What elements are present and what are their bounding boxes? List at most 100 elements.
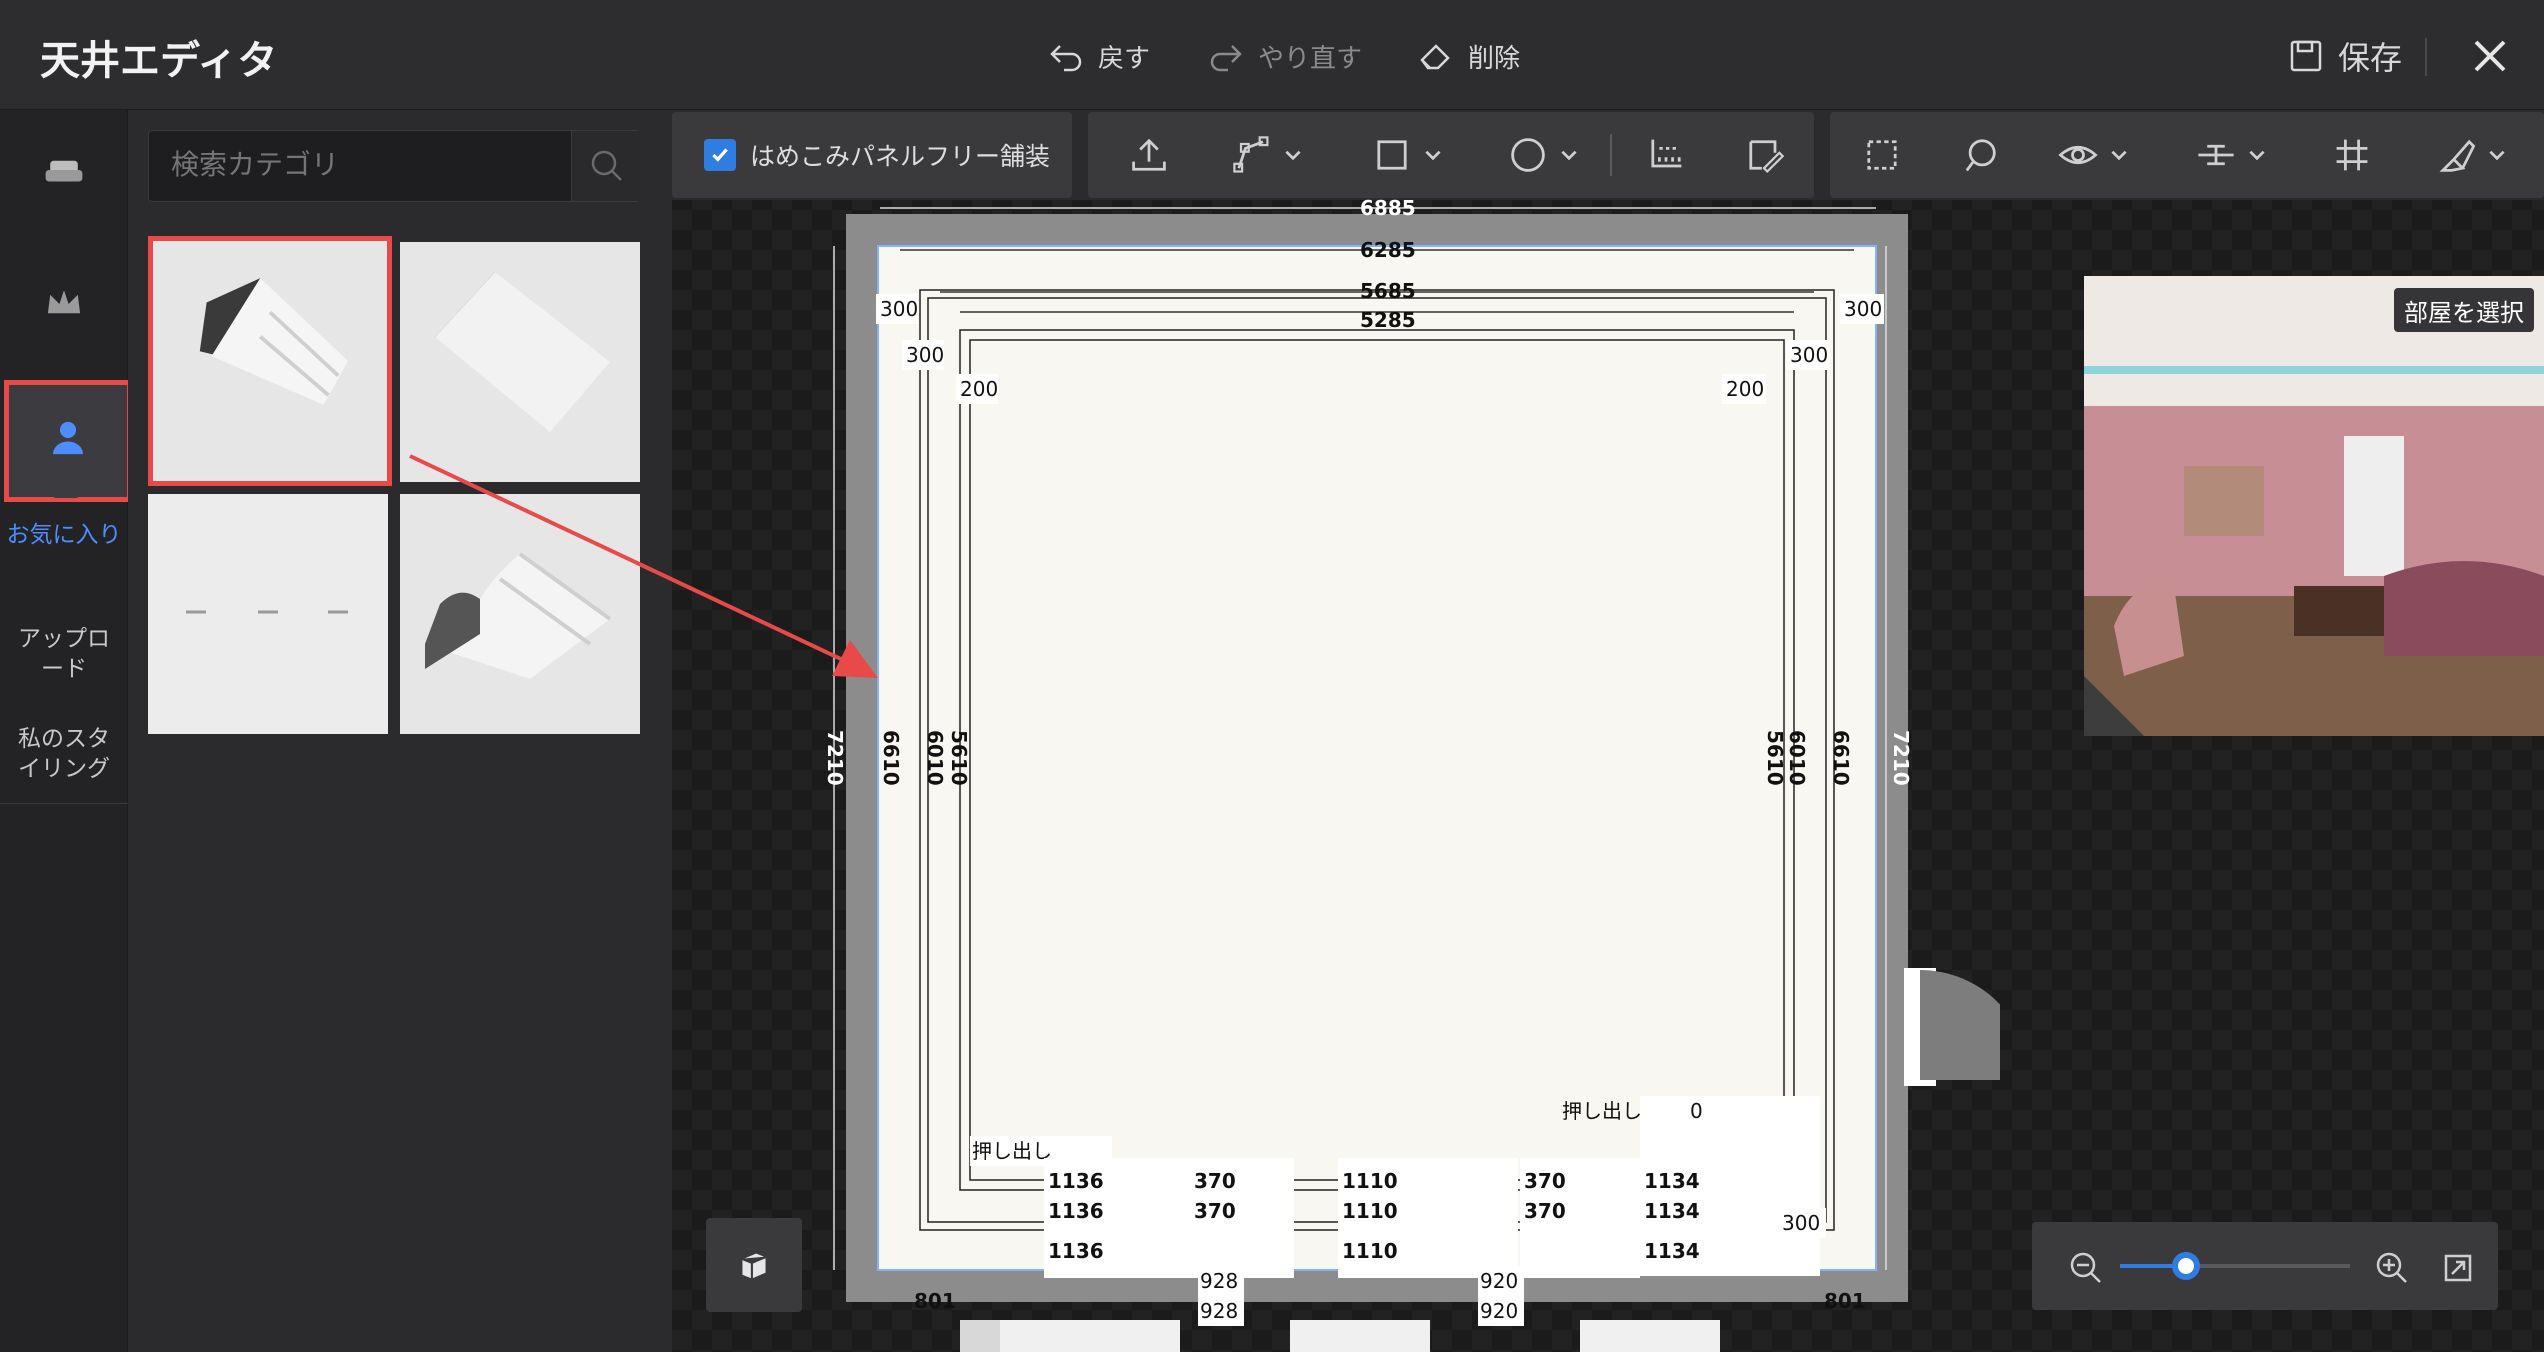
tool-paint[interactable]: [2434, 132, 2508, 178]
room-3d-preview[interactable]: [2084, 276, 2544, 736]
room-select-button[interactable]: 部屋を選択: [2394, 288, 2534, 332]
seamless-label: はめこみパネルフリー舗装: [750, 142, 1051, 171]
chevron-down-icon: [2111, 150, 2127, 161]
dim-top-outer: 6885: [1360, 196, 1416, 220]
undo-icon: [1050, 45, 1082, 72]
brush-icon: [2439, 139, 2476, 172]
room-render-image: [2084, 276, 2544, 736]
dim-top-3: 5685: [1360, 279, 1416, 303]
search-button[interactable]: [571, 131, 641, 201]
zoom-slider-handle[interactable]: [2172, 1252, 2200, 1280]
opening: [1000, 1320, 1180, 1352]
search-box: [148, 130, 641, 202]
molding-item-3[interactable]: [148, 494, 388, 734]
corner-label: 200: [960, 377, 998, 401]
bottom-value: 1134: [1644, 1199, 1700, 1223]
thin-strip-image: [148, 494, 388, 734]
check-icon: [712, 148, 728, 162]
rail-mystyle-label[interactable]: 私のスタイリング: [12, 724, 116, 784]
chevron-down-icon: [2249, 150, 2265, 161]
dim-left-4: 5610: [947, 730, 971, 786]
door-swing[interactable]: [1920, 970, 2000, 1080]
close-icon: [2474, 40, 2506, 72]
undo-button[interactable]: 戻す: [1046, 34, 1150, 78]
crown-icon: [47, 290, 81, 314]
molding-item-1[interactable]: [148, 236, 392, 486]
drawing-tools: [1204, 112, 1814, 198]
bottom-value: 370: [1524, 1169, 1566, 1193]
tool-grid[interactable]: [2330, 132, 2374, 178]
delete-label: 削除: [1468, 43, 1521, 74]
search-icon: [591, 150, 622, 181]
user-icon: [53, 421, 83, 455]
bottom-value: 1136: [1048, 1199, 1104, 1223]
dim-left-outer: 7210: [823, 730, 847, 786]
sofa-icon: [45, 160, 83, 182]
rail-favorites-label[interactable]: お気に入り: [0, 520, 128, 550]
rail-item-furniture[interactable]: [24, 130, 104, 210]
tool-circle[interactable]: [1506, 132, 1580, 178]
seamless-checkbox[interactable]: [704, 139, 736, 171]
zoom-in-icon[interactable]: [2372, 1248, 2412, 1288]
eye-icon: [2058, 145, 2098, 165]
zoom-out-icon[interactable]: [2066, 1248, 2106, 1288]
rectangle-icon: [1377, 140, 1407, 170]
rail-upload-label[interactable]: アップロード: [12, 624, 116, 684]
tool-edit-area[interactable]: [1742, 132, 1786, 178]
undo-label: 戻す: [1098, 43, 1151, 74]
delete-button[interactable]: 削除: [1416, 34, 1520, 78]
extrude-value: 0: [1690, 1099, 1703, 1123]
dim-top-4: 5285: [1360, 308, 1416, 332]
ceiling-plan[interactable]: 6885 6285 5685 5285 7210 6610 6010 5610 …: [820, 190, 2000, 1352]
light-strip-icon: [1651, 139, 1682, 168]
bottom-value: 1110: [1342, 1239, 1398, 1263]
close-button[interactable]: [2466, 32, 2514, 80]
upload-icon: [1132, 138, 1166, 171]
bottom-small: 928: [1200, 1269, 1238, 1293]
dim-left-3: 6010: [923, 730, 947, 786]
bottom-value: 1110: [1342, 1169, 1398, 1193]
search-input[interactable]: [169, 147, 549, 182]
rail-divider: [0, 803, 128, 804]
crown-molding-image: [153, 244, 387, 478]
tool-rectangle[interactable]: [1370, 132, 1444, 178]
active-pointer: [54, 486, 78, 498]
title-divider: [2425, 38, 2427, 76]
extrude-label: 押し出し: [1562, 1099, 1642, 1123]
bottom-small: 300: [1782, 1211, 1820, 1235]
bottom-value: 1136: [1048, 1169, 1104, 1193]
tool-select-area[interactable]: [1860, 132, 1904, 178]
path-draw-icon: [1233, 136, 1269, 173]
opening: [1580, 1320, 1720, 1352]
chevron-down-icon: [1425, 150, 1441, 161]
save-button[interactable]: 保存: [2286, 34, 2402, 78]
drag-hint-arrow: [409, 454, 878, 678]
bottom-value: 1136: [1048, 1239, 1104, 1263]
upload-button[interactable]: [1088, 112, 1210, 198]
fit-view-icon[interactable]: [2438, 1248, 2478, 1288]
tool-path[interactable]: [1230, 132, 1304, 178]
tool-light-strip[interactable]: [1644, 132, 1688, 178]
rail-item-premium[interactable]: [24, 264, 104, 344]
chevron-down-icon: [1561, 150, 1577, 161]
redo-button[interactable]: やり直す: [1206, 34, 1362, 78]
dim-right-2: 6610: [1829, 730, 1853, 786]
grid-icon: [2336, 139, 2368, 171]
tool-lasso[interactable]: [1958, 132, 2002, 178]
rail-item-favorites[interactable]: [4, 380, 132, 502]
corner-label: 300: [1844, 297, 1882, 321]
corner-label: 300: [906, 343, 944, 367]
bottom-small: 801: [1824, 1289, 1866, 1313]
view-3d-button[interactable]: [706, 1218, 802, 1312]
tool-visibility[interactable]: [2056, 132, 2130, 178]
edit-area-icon: [1749, 140, 1785, 174]
bottom-value: 370: [1194, 1169, 1236, 1193]
opening: [1290, 1320, 1430, 1352]
bottom-value: 370: [1524, 1199, 1566, 1223]
seamless-paving-toggle[interactable]: はめこみパネルフリー舗装: [672, 112, 1072, 198]
extrude-label: 押し出し: [972, 1139, 1052, 1163]
dim-right-outer: 7210: [1889, 730, 1913, 786]
tool-align[interactable]: [2194, 132, 2268, 178]
bottom-small: 928: [1200, 1299, 1238, 1323]
corner-label: 300: [1790, 343, 1828, 367]
